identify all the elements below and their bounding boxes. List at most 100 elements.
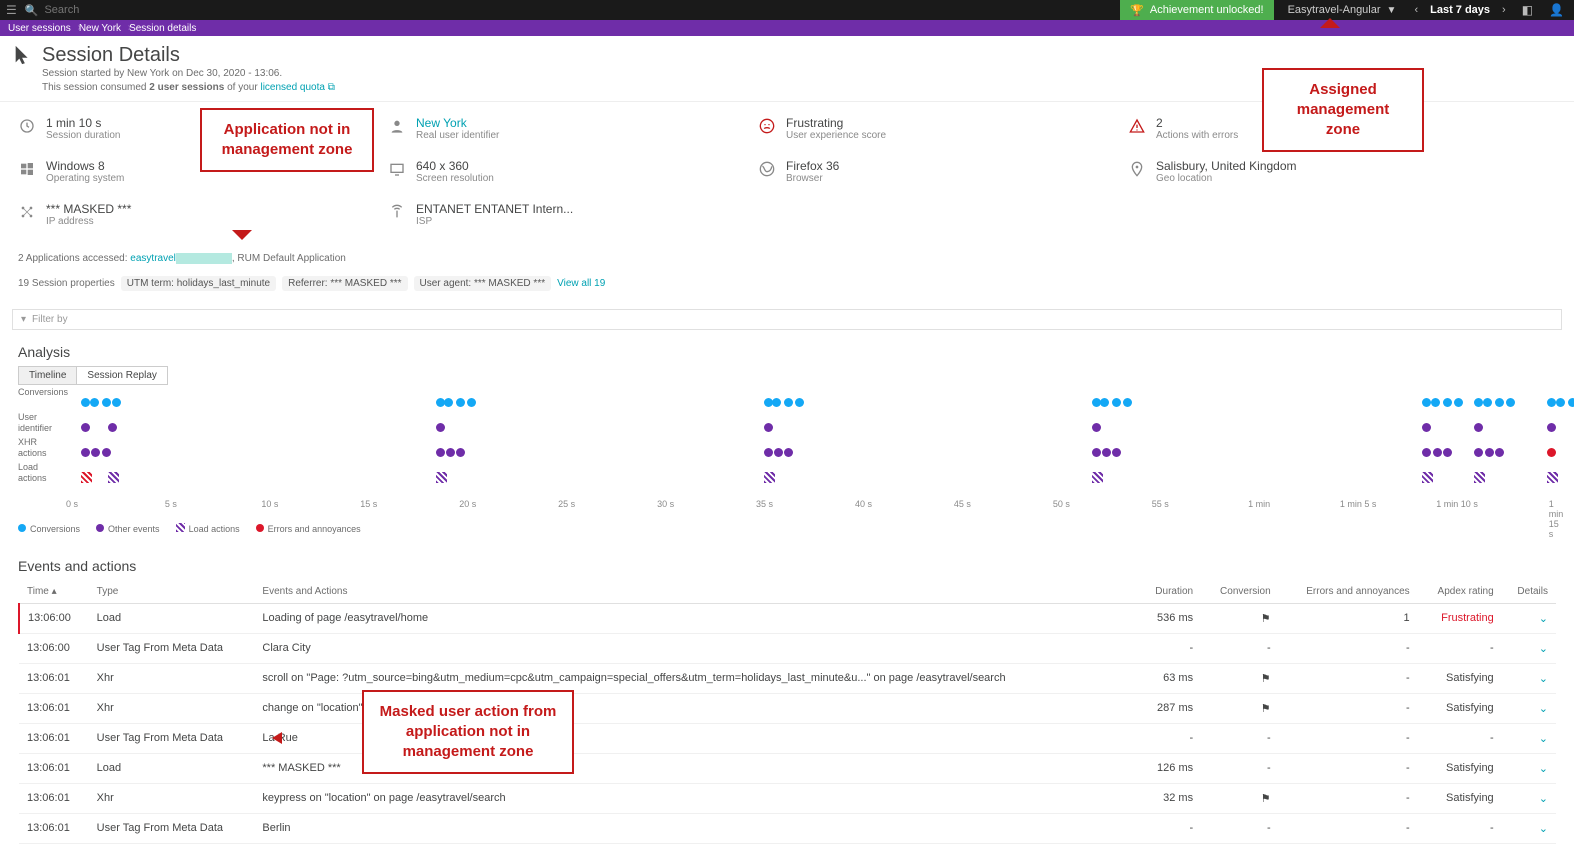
- table-row[interactable]: 13:06:01Load*** MASKED ***126 ms--Satisf…: [19, 754, 1556, 784]
- timeline-event-dot[interactable]: [1100, 398, 1109, 407]
- search-input[interactable]: [44, 4, 244, 16]
- dashboard-icon[interactable]: ◧: [1518, 3, 1537, 17]
- timeline-event-dot[interactable]: [764, 448, 773, 457]
- timeline-event-dot[interactable]: [1474, 398, 1483, 407]
- timeframe-next[interactable]: ›: [1498, 4, 1510, 16]
- expand-row-icon[interactable]: ⌄: [1539, 733, 1548, 745]
- timeline-event-dot[interactable]: [112, 398, 121, 407]
- timeline-event-dot[interactable]: [1092, 472, 1103, 483]
- tab-session-replay[interactable]: Session Replay: [77, 366, 167, 385]
- menu-icon[interactable]: ☰: [6, 3, 17, 17]
- timeline-event-dot[interactable]: [81, 398, 90, 407]
- expand-row-icon[interactable]: ⌄: [1539, 703, 1548, 715]
- tab-timeline[interactable]: Timeline: [18, 366, 77, 385]
- table-header[interactable]: Duration: [1138, 580, 1201, 604]
- timeline-event-dot[interactable]: [81, 448, 90, 457]
- timeline-event-dot[interactable]: [1454, 398, 1463, 407]
- timeline-event-dot[interactable]: [764, 472, 775, 483]
- timeline-event-dot[interactable]: [81, 423, 90, 432]
- expand-row-icon[interactable]: ⌄: [1539, 823, 1548, 835]
- timeline-event-dot[interactable]: [456, 448, 465, 457]
- timeline-event-dot[interactable]: [436, 423, 445, 432]
- table-row[interactable]: 13:06:01Xhrscroll on "Page: ?utm_source=…: [19, 664, 1556, 694]
- timeline-event-dot[interactable]: [446, 448, 455, 457]
- timeline-event-dot[interactable]: [764, 423, 773, 432]
- timeline-event-dot[interactable]: [456, 398, 465, 407]
- timeline-event-dot[interactable]: [1443, 398, 1452, 407]
- timeline-event-dot[interactable]: [1123, 398, 1132, 407]
- timeline-event-dot[interactable]: [1495, 448, 1504, 457]
- timeline-event-dot[interactable]: [436, 448, 445, 457]
- timeline-event-dot[interactable]: [91, 448, 100, 457]
- timeline-event-dot[interactable]: [436, 472, 447, 483]
- prop-chip[interactable]: User agent: *** MASKED ***: [414, 276, 552, 291]
- timeline-event-dot[interactable]: [102, 398, 111, 407]
- crumb-user-sessions[interactable]: User sessions: [4, 22, 79, 35]
- search-icon[interactable]: 🔍: [25, 4, 39, 17]
- timeframe-label[interactable]: Last 7 days: [1430, 4, 1490, 16]
- timeline-event-dot[interactable]: [1422, 423, 1431, 432]
- table-row[interactable]: 13:06:01Xhrchange on "location" on page …: [19, 694, 1556, 724]
- timeline-event-dot[interactable]: [1431, 398, 1440, 407]
- table-row[interactable]: 13:06:00LoadLoading of page /easytravel/…: [19, 604, 1556, 634]
- timeline-event-dot[interactable]: [1092, 423, 1101, 432]
- app-link-easytravel[interactable]: easytravel: [130, 253, 176, 264]
- timeline-event-dot[interactable]: [90, 398, 99, 407]
- expand-row-icon[interactable]: ⌄: [1539, 793, 1548, 805]
- timeline-event-dot[interactable]: [774, 448, 783, 457]
- timeline-event-dot[interactable]: [1485, 448, 1494, 457]
- timeline-event-dot[interactable]: [1092, 448, 1101, 457]
- timeline-event-dot[interactable]: [1112, 398, 1121, 407]
- timeline-event-dot[interactable]: [1495, 398, 1504, 407]
- expand-row-icon[interactable]: ⌄: [1539, 613, 1548, 625]
- timeline-event-dot[interactable]: [795, 398, 804, 407]
- timeline-event-dot[interactable]: [1547, 423, 1556, 432]
- table-row[interactable]: 13:06:01User Tag From Meta DataLa Rue---…: [19, 724, 1556, 754]
- timeline-event-dot[interactable]: [108, 472, 119, 483]
- timeline-event-dot[interactable]: [1474, 448, 1483, 457]
- view-all-props[interactable]: View all 19: [557, 278, 605, 289]
- timeline-event-dot[interactable]: [1483, 398, 1492, 407]
- table-header[interactable]: Time ▴: [19, 580, 89, 604]
- timeline-event-dot[interactable]: [1556, 398, 1565, 407]
- timeframe-prev[interactable]: ‹: [1410, 4, 1422, 16]
- timeline-event-dot[interactable]: [81, 472, 92, 483]
- table-row[interactable]: 13:06:01Xhrkeypress on "location" on pag…: [19, 784, 1556, 814]
- table-row[interactable]: 13:06:01User Tag From Meta DataBerlin---…: [19, 814, 1556, 844]
- achievement-banner[interactable]: 🏆 Achievement unlocked!: [1120, 0, 1273, 20]
- table-header[interactable]: Details: [1502, 580, 1556, 604]
- timeline-event-dot[interactable]: [772, 398, 781, 407]
- timeline-event-dot[interactable]: [1547, 448, 1556, 457]
- timeline-event-dot[interactable]: [1474, 472, 1485, 483]
- user-icon[interactable]: 👤: [1545, 3, 1568, 17]
- prop-chip[interactable]: Referrer: *** MASKED ***: [282, 276, 407, 291]
- timeline-event-dot[interactable]: [1433, 448, 1442, 457]
- timeline-event-dot[interactable]: [1112, 448, 1121, 457]
- timeline-event-dot[interactable]: [1102, 448, 1111, 457]
- prop-chip[interactable]: UTM term: holidays_last_minute: [121, 276, 276, 291]
- info-user-value[interactable]: New York: [416, 116, 499, 130]
- expand-row-icon[interactable]: ⌄: [1539, 763, 1548, 775]
- timeline-event-dot[interactable]: [1506, 398, 1515, 407]
- table-header[interactable]: Errors and annoyances: [1279, 580, 1418, 604]
- table-header[interactable]: Events and Actions: [254, 580, 1138, 604]
- timeline-event-dot[interactable]: [1092, 398, 1101, 407]
- table-row[interactable]: 13:06:00User Tag From Meta DataClara Cit…: [19, 634, 1556, 664]
- timeline-event-dot[interactable]: [784, 398, 793, 407]
- table-header[interactable]: Apdex rating: [1418, 580, 1502, 604]
- table-header[interactable]: Type: [89, 580, 255, 604]
- expand-row-icon[interactable]: ⌄: [1539, 643, 1548, 655]
- timeline-event-dot[interactable]: [1547, 472, 1558, 483]
- timeline-event-dot[interactable]: [1422, 448, 1431, 457]
- timeline-event-dot[interactable]: [102, 448, 111, 457]
- timeline-event-dot[interactable]: [764, 398, 773, 407]
- timeline-event-dot[interactable]: [467, 398, 476, 407]
- licensed-quota-link[interactable]: licensed quota ⧉: [260, 82, 334, 93]
- timeline-event-dot[interactable]: [436, 398, 445, 407]
- timeline-event-dot[interactable]: [1422, 398, 1431, 407]
- timeline-event-dot[interactable]: [444, 398, 453, 407]
- timeline-event-dot[interactable]: [1422, 472, 1433, 483]
- management-zone-selector[interactable]: Easytravel-Angular ▼: [1282, 4, 1403, 16]
- crumb-user[interactable]: New York: [75, 22, 129, 35]
- timeline-event-dot[interactable]: [1547, 398, 1556, 407]
